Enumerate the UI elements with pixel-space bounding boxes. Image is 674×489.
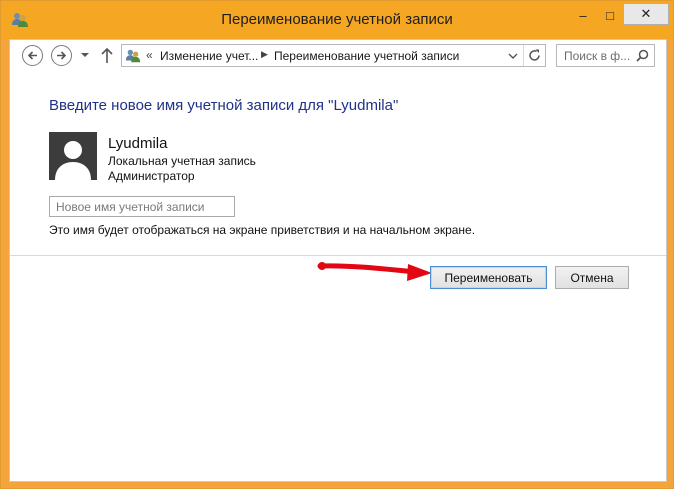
- search-icon[interactable]: [636, 49, 649, 62]
- page-title: Введите новое имя учетной записи для "Ly…: [49, 97, 399, 114]
- maximize-button[interactable]: □: [596, 1, 624, 29]
- title-bar: Переименование учетной записи – □ ✕: [1, 1, 673, 39]
- user-silhouette-icon: [55, 141, 91, 180]
- breadcrumb-item[interactable]: Изменение учет...: [160, 49, 258, 63]
- navigation-bar: « Изменение учет... ▶ Переименование уче…: [10, 40, 666, 72]
- user-name: Lyudmila: [108, 135, 168, 152]
- address-bar[interactable]: « Изменение учет... ▶ Переименование уче…: [121, 44, 546, 67]
- breadcrumb-separator[interactable]: ▶: [261, 49, 268, 60]
- breadcrumb-overflow[interactable]: «: [146, 48, 153, 62]
- search-input[interactable]: [557, 45, 637, 66]
- search-box[interactable]: [556, 44, 655, 67]
- cancel-button[interactable]: Отмена: [555, 266, 629, 289]
- back-arrow-icon: [27, 51, 37, 60]
- annotation-arrow: [317, 262, 432, 281]
- app-window: Переименование учетной записи – □ ✕ « Из…: [0, 0, 674, 489]
- users-icon: [125, 49, 141, 63]
- up-arrow-icon[interactable]: [100, 46, 114, 64]
- close-button[interactable]: ✕: [623, 3, 669, 25]
- back-button[interactable]: [22, 45, 43, 66]
- forward-button[interactable]: [51, 45, 72, 66]
- rename-button[interactable]: Переименовать: [430, 266, 547, 289]
- forward-arrow-icon: [57, 51, 67, 60]
- breadcrumb-item[interactable]: Переименование учетной записи: [274, 49, 459, 63]
- new-name-field[interactable]: [49, 196, 235, 217]
- address-divider: [523, 45, 524, 66]
- minimize-button[interactable]: –: [569, 1, 597, 29]
- account-type: Локальная учетная запись: [108, 154, 256, 168]
- hint-text: Это имя будет отображаться на экране при…: [49, 223, 476, 237]
- account-role: Администратор: [108, 169, 195, 183]
- dropdown-icon[interactable]: [80, 49, 90, 61]
- refresh-icon[interactable]: [527, 48, 542, 63]
- dialog-content: « Изменение учет... ▶ Переименование уче…: [9, 39, 667, 482]
- chevron-down-icon[interactable]: [507, 50, 519, 62]
- avatar: [49, 132, 97, 180]
